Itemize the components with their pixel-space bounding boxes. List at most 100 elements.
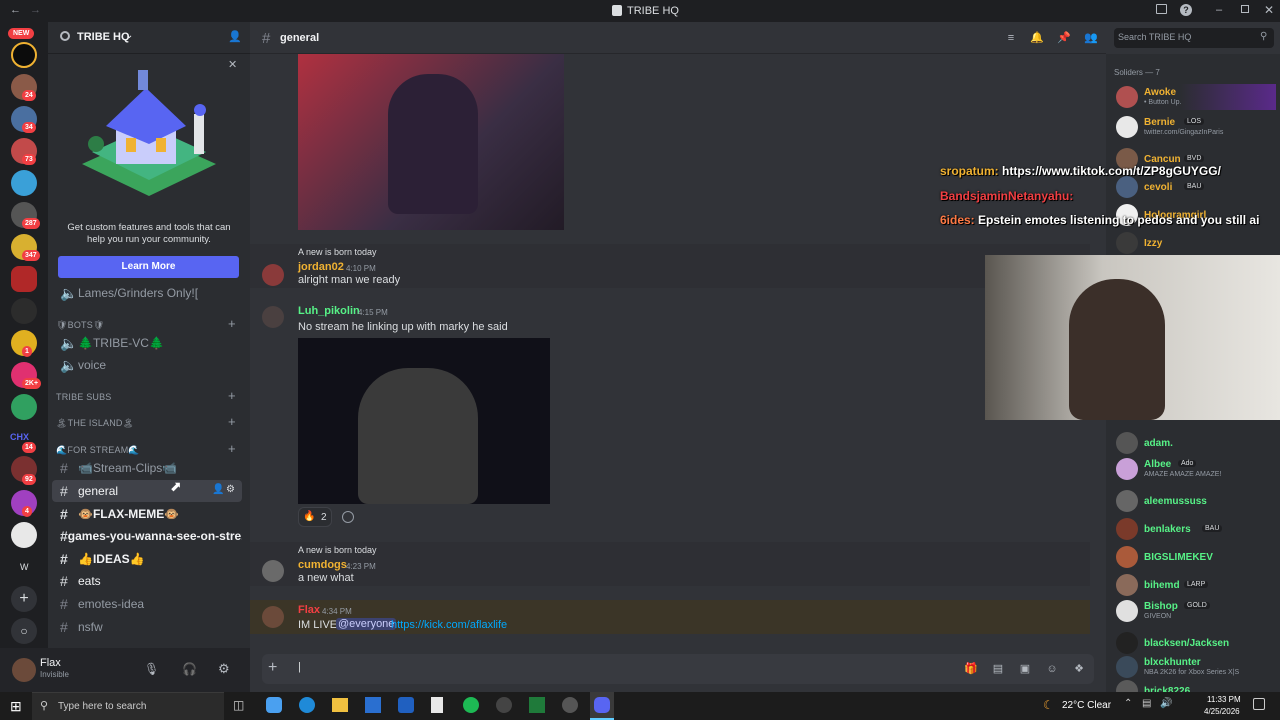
server-icon-9[interactable] bbox=[11, 298, 37, 324]
avatar[interactable] bbox=[262, 264, 284, 286]
obs-icon[interactable] bbox=[562, 697, 578, 713]
avatar[interactable] bbox=[262, 306, 284, 328]
member-item[interactable]: Awoke • Button Up. bbox=[1116, 84, 1276, 110]
add-channel-icon[interactable]: + bbox=[228, 441, 236, 456]
notepad-icon[interactable] bbox=[431, 697, 443, 713]
discord-taskbar-button[interactable] bbox=[590, 692, 614, 720]
server-header[interactable]: TRIBE HQ ⌄ 👤 bbox=[48, 22, 250, 54]
member-item[interactable]: bihemd LARP bbox=[1116, 572, 1276, 598]
mention[interactable]: @everyone bbox=[336, 618, 397, 630]
app-icon[interactable] bbox=[496, 697, 512, 713]
add-channel-icon[interactable]: + bbox=[228, 388, 236, 403]
avatar[interactable] bbox=[262, 606, 284, 628]
message-composer[interactable]: + | 🎁 ▤ ▣ ☺ ❖ bbox=[262, 654, 1094, 684]
voice-channel-voice[interactable]: 🔈 voice bbox=[52, 354, 242, 376]
category-for-stream[interactable]: 🌊FOR STREAM🌊 bbox=[56, 445, 140, 456]
channel-flax-meme[interactable]: # 🐵FLAX-MEME🐵 bbox=[52, 503, 242, 525]
member-item[interactable]: adam. bbox=[1116, 430, 1276, 456]
avatar[interactable] bbox=[12, 658, 36, 682]
sticker-icon[interactable]: ▣ bbox=[1018, 662, 1032, 676]
network-icon[interactable]: ▤ bbox=[1142, 698, 1151, 709]
message-author[interactable]: Luh_pikolin bbox=[298, 305, 360, 317]
clock-time[interactable]: 11:33 PM bbox=[1207, 695, 1241, 704]
threads-icon[interactable]: ≡ bbox=[1004, 31, 1018, 45]
server-icon-8[interactable] bbox=[11, 266, 37, 292]
member-item[interactable]: Izzy bbox=[1116, 230, 1276, 256]
emoji-icon[interactable]: ☺ bbox=[1045, 662, 1059, 676]
member-item[interactable]: Bernie LOS twitter.com/GingazInParis bbox=[1116, 114, 1276, 140]
taskbar-search[interactable]: ⚲ Type here to search bbox=[32, 692, 224, 720]
add-server-icon[interactable]: + bbox=[11, 586, 37, 612]
spotify-icon[interactable] bbox=[463, 697, 479, 713]
message-link[interactable]: https://kick.com/aflaxlife bbox=[391, 619, 507, 631]
outlook-icon[interactable] bbox=[398, 697, 414, 713]
category-tribe-subs[interactable]: TRIBE SUBS bbox=[56, 392, 112, 402]
member-item[interactable]: aleemussuss bbox=[1116, 488, 1276, 514]
voice-channel-tribe-vc[interactable]: 🔈 🌲TRIBE-VC🌲 bbox=[52, 332, 242, 354]
member-item[interactable]: blxckhunter NBA 2K26 for Xbox Series X|S bbox=[1116, 654, 1276, 680]
members-icon[interactable]: 👥 bbox=[1084, 31, 1098, 45]
copilot-icon[interactable] bbox=[266, 697, 282, 713]
channel-eats[interactable]: # eats bbox=[52, 570, 242, 592]
file-explorer-icon[interactable] bbox=[332, 698, 348, 712]
server-w-label[interactable]: W bbox=[20, 562, 29, 572]
message-author[interactable]: jordan02 bbox=[298, 261, 344, 273]
volume-icon[interactable]: 🔊 bbox=[1160, 698, 1172, 709]
member-item[interactable]: BIGSLIMEKEV bbox=[1116, 544, 1276, 570]
weather-text[interactable]: 22°C Clear bbox=[1062, 700, 1111, 711]
search-input[interactable]: Search TRIBE HQ ⚲ bbox=[1114, 28, 1274, 48]
bell-icon[interactable]: 🔔 bbox=[1030, 31, 1044, 45]
video-embed[interactable] bbox=[298, 338, 550, 504]
add-member-icon[interactable]: 👤 bbox=[228, 30, 242, 43]
gear-icon[interactable]: ⚙ bbox=[226, 484, 235, 495]
channel-nsfw[interactable]: # nsfw bbox=[52, 616, 242, 638]
avatar[interactable] bbox=[262, 560, 284, 582]
video-embed[interactable] bbox=[298, 54, 564, 230]
windows-start-icon[interactable]: ⊞ bbox=[10, 698, 22, 715]
reaction-fire[interactable]: 🔥 2 bbox=[298, 507, 332, 527]
channel-emotes-idea[interactable]: # emotes-idea bbox=[52, 593, 242, 615]
forward-icon[interactable]: → bbox=[30, 4, 41, 16]
invite-icon[interactable]: 👤 bbox=[212, 484, 224, 495]
message-author[interactable]: cumdogs bbox=[298, 559, 347, 571]
category-the-island[interactable]: 🏝THE ISLAND🏝 bbox=[56, 418, 134, 429]
task-view-icon[interactable]: ◫ bbox=[233, 698, 244, 712]
microphone-icon[interactable]: 🎙 bbox=[144, 662, 159, 676]
channel-stream-clips[interactable]: # 📹Stream-Clips📹 bbox=[52, 457, 242, 479]
server-icon-1[interactable] bbox=[11, 42, 37, 68]
discover-icon[interactable]: ○ bbox=[11, 618, 37, 644]
channel-games[interactable]: # games-you-wanna-see-on-stre... bbox=[52, 525, 242, 547]
voice-channel-lames[interactable]: 🔈 Lames/Grinders Only![ bbox=[52, 282, 242, 304]
gif-icon[interactable]: ▤ bbox=[991, 662, 1005, 676]
server-icon-15[interactable] bbox=[11, 522, 37, 548]
add-channel-icon[interactable]: + bbox=[228, 316, 236, 331]
pin-icon[interactable]: 📌 bbox=[1057, 31, 1071, 45]
member-item[interactable]: Bishop GOLD GIVEON bbox=[1116, 598, 1276, 624]
message-author[interactable]: Flax bbox=[298, 604, 320, 616]
channel-ideas[interactable]: # 👍IDEAS👍 bbox=[52, 548, 242, 570]
apps-icon[interactable]: ❖ bbox=[1072, 662, 1086, 676]
minimize-icon[interactable]: – bbox=[1216, 4, 1222, 16]
add-channel-icon[interactable]: + bbox=[228, 414, 236, 429]
channel-general[interactable]: # general 👤 ⚙ bbox=[52, 480, 242, 502]
member-item[interactable]: Albee Ado AMAZE AMAZE AMAZE! bbox=[1116, 456, 1276, 482]
chevron-up-icon[interactable]: ⌃ bbox=[1124, 698, 1132, 709]
member-item[interactable]: blacksen/Jacksen bbox=[1116, 630, 1276, 656]
help-icon[interactable]: ? bbox=[1180, 4, 1192, 16]
headphones-icon[interactable]: 🎧 bbox=[182, 662, 197, 676]
xbox-icon[interactable] bbox=[529, 697, 545, 713]
server-text-icon[interactable]: CHX bbox=[10, 432, 29, 442]
server-icon-5[interactable] bbox=[11, 170, 37, 196]
back-icon[interactable]: ← bbox=[10, 4, 21, 16]
gift-icon[interactable]: 🎁 bbox=[964, 662, 978, 676]
attach-plus-icon[interactable]: + bbox=[268, 659, 277, 677]
edge-icon[interactable] bbox=[299, 697, 315, 713]
settings-gear-icon[interactable]: ⚙ bbox=[218, 661, 230, 677]
member-item[interactable]: benlakers BAU bbox=[1116, 516, 1276, 542]
learn-more-button[interactable]: Learn More bbox=[58, 256, 239, 278]
server-icon-12[interactable] bbox=[11, 394, 37, 420]
store-icon[interactable] bbox=[365, 697, 381, 713]
clock-date[interactable]: 4/25/2026 bbox=[1204, 707, 1240, 716]
close-icon[interactable]: ✕ bbox=[1264, 3, 1274, 17]
maximize-icon[interactable] bbox=[1241, 5, 1249, 13]
